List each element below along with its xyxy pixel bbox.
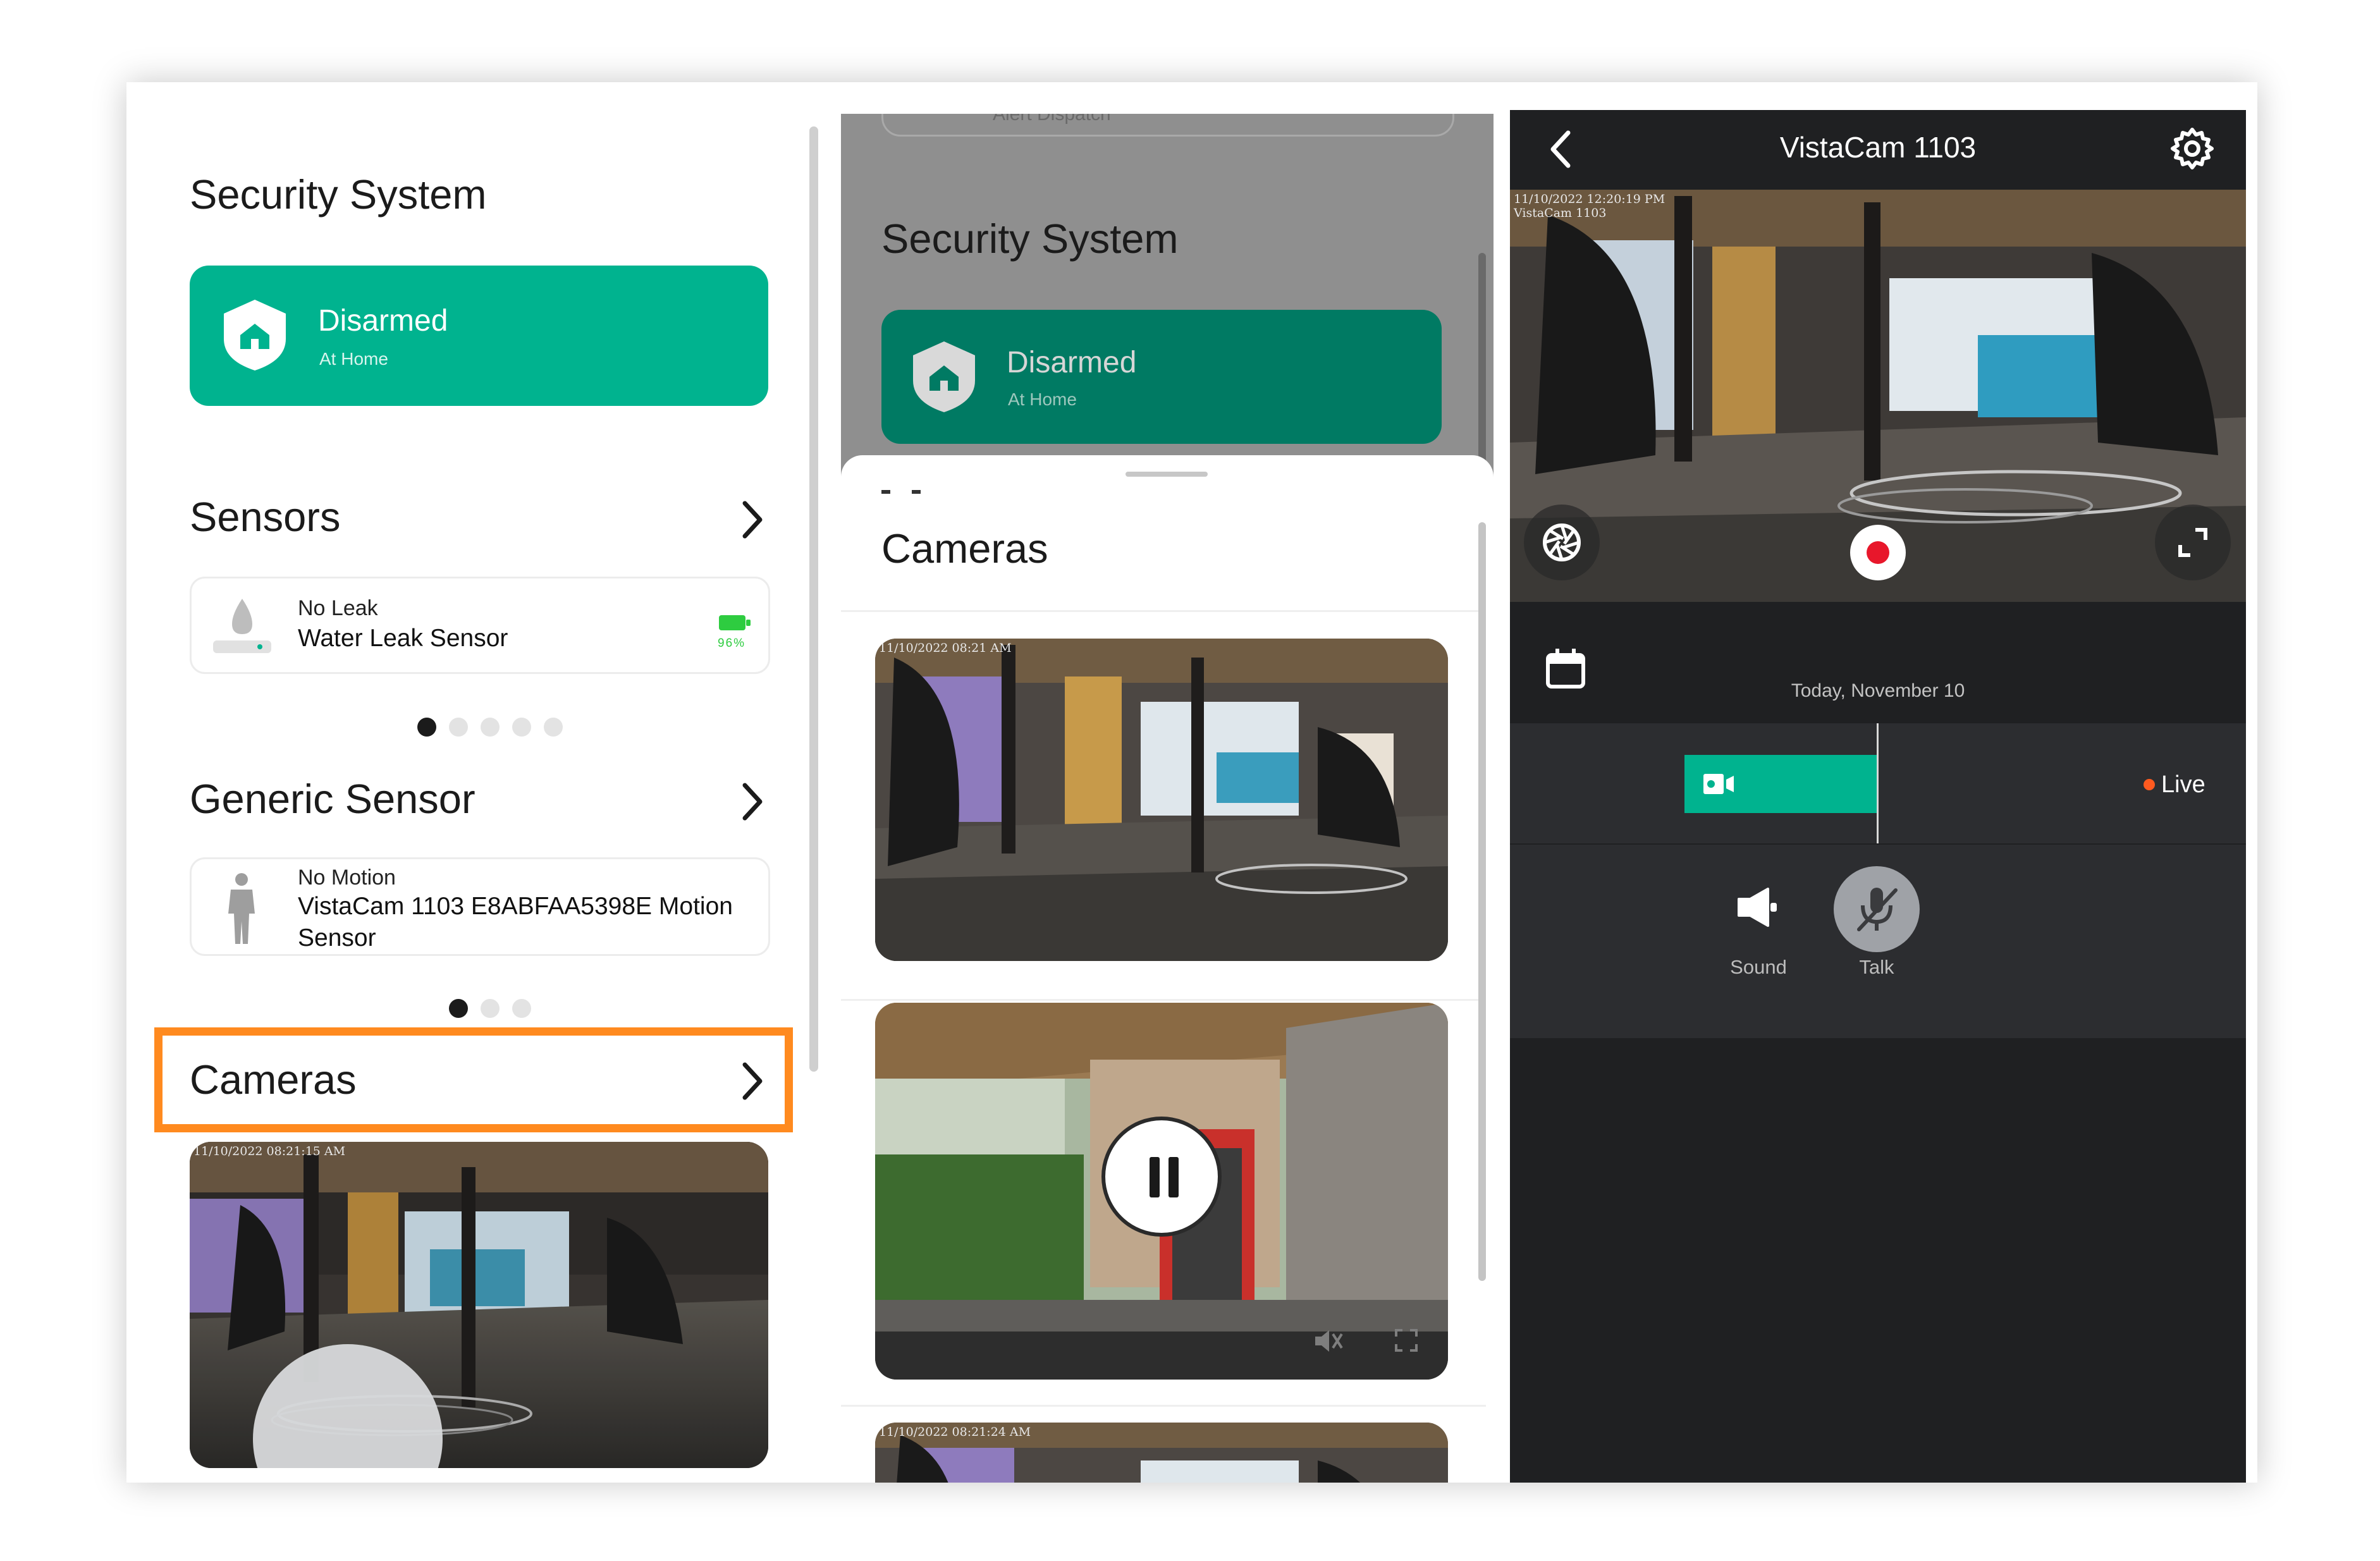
video-timestamp: 11/10/2022 12:20:19 PM xyxy=(1514,192,1665,206)
sensors-chevron-right-icon[interactable] xyxy=(740,499,765,540)
battery-icon xyxy=(718,614,752,632)
generic-sensor-chevron-right-icon[interactable] xyxy=(740,781,765,822)
microphone-muted-icon xyxy=(1854,885,1899,933)
record-icon xyxy=(1867,541,1889,564)
sheet-drag-handle[interactable] xyxy=(1126,472,1208,477)
timeline-playhead[interactable] xyxy=(1877,723,1879,843)
audio-controls: Sound Talk xyxy=(1510,845,2246,1038)
settings-gear-icon[interactable] xyxy=(2170,126,2214,171)
sensors-title: Sensors xyxy=(190,494,341,540)
camera-thumbnail-office-2[interactable]: 11/10/2022 08:21:24 AM xyxy=(875,1423,1448,1483)
motion-sensor-status: No Motion xyxy=(298,866,396,890)
pager-dot[interactable] xyxy=(481,999,500,1018)
security-status-title: Disarmed xyxy=(318,304,448,338)
record-button[interactable] xyxy=(1850,525,1906,580)
pager-dot[interactable] xyxy=(449,999,468,1018)
sound-button[interactable] xyxy=(1724,872,1793,942)
middle-security-status-card[interactable]: Disarmed At Home xyxy=(881,310,1442,444)
sheet-divider xyxy=(841,999,1486,1001)
aperture-button[interactable] xyxy=(1524,505,1600,580)
cameras-title[interactable]: Cameras xyxy=(190,1056,357,1103)
sound-label: Sound xyxy=(1730,956,1787,978)
sheet-scrollbar[interactable] xyxy=(1478,522,1486,1281)
camera-thumbnail[interactable]: 11/10/2022 08:21:15 AM xyxy=(190,1142,768,1468)
fullscreen-button[interactable] xyxy=(2155,505,2231,580)
camera-thumbnail-office-2-timestamp: 11/10/2022 08:21:24 AM xyxy=(879,1425,1031,1439)
pager-dot[interactable] xyxy=(449,718,468,737)
person-motion-icon xyxy=(219,872,264,945)
camera-title: VistaCam 1103 xyxy=(1779,131,1977,164)
live-indicator-dot xyxy=(2144,779,2155,790)
water-leak-sensor-status: No Leak xyxy=(298,596,378,620)
pager-dot[interactable] xyxy=(481,718,500,737)
alert-dispatch-card-cut xyxy=(881,114,1454,137)
middle-panel: Alert Dispatch Security System Disarmed … xyxy=(841,114,1494,1483)
motion-sensor-name: VistaCam 1103 E8ABFAA5398E Motion Sensor xyxy=(298,893,733,952)
middle-security-status-title: Disarmed xyxy=(1007,346,1137,379)
pager-dot[interactable] xyxy=(544,718,563,737)
sheet-divider xyxy=(841,1405,1486,1407)
cameras-bottom-sheet: Cameras 11/10/2022 08:21 AM 11/10/2022 0… xyxy=(841,455,1494,1483)
security-status-subtitle: At Home xyxy=(319,349,388,369)
right-panel: VistaCam 1103 11/10/2022 12:20:19 PM Vis… xyxy=(1510,110,2246,1483)
left-panel: Security System Disarmed At Home Sensors xyxy=(126,82,822,1483)
middle-cameras-title: Cameras xyxy=(881,525,1048,572)
security-system-title: Security System xyxy=(190,171,487,217)
water-leak-sensor-icon xyxy=(211,594,274,657)
mute-icon[interactable] xyxy=(1311,1325,1343,1357)
security-status-card[interactable]: Disarmed At Home xyxy=(190,266,768,406)
battery-level: 96% xyxy=(718,637,746,650)
talk-label: Talk xyxy=(1859,956,1894,978)
generic-sensor-title: Generic Sensor xyxy=(190,776,475,822)
talk-button[interactable] xyxy=(1834,866,1920,952)
sheet-divider xyxy=(841,610,1486,612)
pager-dot[interactable] xyxy=(512,999,531,1018)
pause-icon xyxy=(1146,1153,1182,1201)
pause-button[interactable] xyxy=(1101,1117,1222,1237)
camera-thumbnail-timestamp: 11/10/2022 08:21:15 AM xyxy=(193,1144,346,1158)
middle-security-system-title: Security System xyxy=(881,216,1179,262)
video-camera-icon xyxy=(1702,773,1735,795)
sheet-cut-text xyxy=(881,486,921,494)
camera-thumbnail-front-door[interactable] xyxy=(875,1003,1448,1380)
pager-dot[interactable] xyxy=(417,718,436,737)
live-video-feed[interactable]: 11/10/2022 12:20:19 PM VistaCam 1103 xyxy=(1510,190,2246,602)
home-shield-icon xyxy=(909,339,979,415)
expand-icon xyxy=(2176,526,2209,559)
timeline-strip[interactable]: Live xyxy=(1510,723,2246,843)
live-label[interactable]: Live xyxy=(2161,771,2205,799)
aperture-icon xyxy=(1542,522,1582,563)
recording-clip[interactable] xyxy=(1684,755,1878,813)
video-camera-name: VistaCam 1103 xyxy=(1514,206,1607,220)
alert-dispatch-text: Alert Dispatch xyxy=(993,114,1111,125)
pager-dot[interactable] xyxy=(512,718,531,737)
water-leak-sensor-name: Water Leak Sensor xyxy=(298,625,508,652)
camera-thumbnail-office-timestamp: 11/10/2022 08:21 AM xyxy=(879,641,1012,655)
app-screenshot-card: Security System Disarmed At Home Sensors xyxy=(126,82,2257,1483)
camera-thumbnail-office[interactable]: 11/10/2022 08:21 AM xyxy=(875,639,1448,961)
motion-sensor-card[interactable]: No Motion VistaCam 1103 E8ABFAA5398E Mot… xyxy=(190,857,770,956)
water-leak-sensor-card[interactable]: No Leak Water Leak Sensor 96% xyxy=(190,577,770,674)
home-shield-icon xyxy=(220,297,290,373)
middle-security-status-subtitle: At Home xyxy=(1008,389,1077,409)
speaker-icon xyxy=(1736,886,1781,928)
fullscreen-icon[interactable] xyxy=(1394,1328,1419,1353)
date-label: Today, November 10 xyxy=(1791,680,1965,701)
left-panel-scrollbar[interactable] xyxy=(809,126,818,1072)
cameras-chevron-right-icon[interactable] xyxy=(740,1061,765,1101)
